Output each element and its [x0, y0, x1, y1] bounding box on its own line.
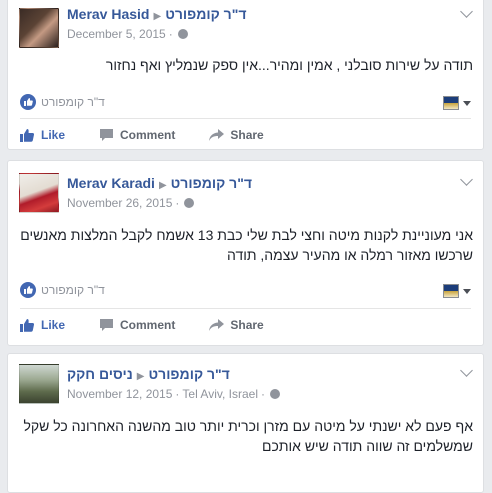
share-label: Share — [230, 128, 264, 142]
arrow-right-icon: ▶ — [136, 371, 145, 382]
author-avatar[interactable] — [19, 173, 59, 213]
author-avatar[interactable] — [19, 8, 59, 48]
post-meta: December 5, 2015 · — [67, 27, 188, 41]
author-name-link[interactable]: Merav Hasid — [67, 6, 149, 22]
divider — [20, 118, 471, 119]
page-reaction-label[interactable]: ד"ר קומפורט — [41, 283, 105, 297]
author-name-link[interactable]: ניסים חקק — [67, 366, 133, 382]
post-header: ניסים חקק ▶ ד"ר קומפורט — [67, 366, 453, 382]
post-date-link[interactable]: December 5, 2015 — [67, 27, 166, 41]
voice-selector[interactable] — [443, 284, 471, 298]
author-avatar[interactable] — [19, 364, 59, 404]
post-meta: November 26, 2015 · — [67, 196, 195, 210]
like-button[interactable]: Like — [20, 128, 65, 142]
page-name-link[interactable]: ד"ר קומפורט — [165, 6, 246, 22]
share-button[interactable]: Share — [209, 128, 264, 142]
post-card: ניסים חקק ▶ ד"ר קומפורט November 12, 2015 ·… — [7, 353, 484, 493]
share-label: Share — [230, 318, 264, 332]
divider — [20, 308, 471, 309]
post-text: אף פעם לא ישנתי על מיטה עם מזרן וכרית יו… — [23, 418, 473, 454]
thumbs-up-icon — [20, 319, 35, 332]
speech-bubble-icon — [100, 319, 114, 331]
speech-bubble-icon — [100, 129, 114, 141]
post-card: Merav Hasid ▶ ד"ר קומפורט December 5, 2015… — [7, 0, 484, 150]
page-reaction-label[interactable]: ד"ר קומפורט — [41, 95, 105, 109]
post-date-link[interactable]: November 12, 2015 — [67, 387, 172, 401]
like-label: Like — [41, 128, 66, 142]
action-bar: Like Comment Share — [20, 311, 471, 339]
caret-down-icon — [463, 288, 471, 294]
comment-button[interactable]: Comment — [99, 128, 175, 142]
post-card: Merav Karadi ▶ ד"ר קומפורט November 26, 20… — [7, 160, 484, 346]
comment-label: Comment — [120, 128, 176, 142]
globe-icon — [177, 29, 188, 39]
flag-icon — [443, 284, 459, 298]
chevron-down-icon[interactable] — [460, 364, 473, 377]
page-reaction: ד"ר קומפורט — [20, 282, 105, 298]
chevron-down-icon[interactable] — [460, 5, 473, 18]
page-name-link[interactable]: ד"ר קומפורט — [149, 366, 230, 382]
share-arrow-icon — [209, 319, 225, 331]
comment-button[interactable]: Comment — [99, 318, 175, 332]
globe-icon — [270, 389, 280, 399]
post-header: Merav Karadi ▶ ד"ר קומפורט — [67, 175, 453, 191]
post-header: Merav Hasid ▶ ד"ר קומפורט — [67, 6, 453, 22]
thumbs-up-icon — [20, 282, 36, 298]
globe-icon — [184, 198, 195, 208]
post-text: אני מעוניינת לקנות מיטה וחצי לבת שלי כבת… — [20, 227, 473, 263]
caret-down-icon — [463, 100, 471, 106]
voice-selector[interactable] — [443, 96, 471, 110]
share-button[interactable]: Share — [209, 318, 264, 332]
location-link[interactable]: Tel Aviv, Israel — [182, 387, 258, 401]
post-meta: November 12, 2015 · Tel Aviv, Israel · — [67, 387, 280, 401]
arrow-right-icon: ▶ — [153, 11, 162, 22]
like-button[interactable]: Like — [20, 318, 65, 332]
share-arrow-icon — [209, 129, 225, 141]
comment-label: Comment — [120, 318, 176, 332]
page-name-link[interactable]: ד"ר קומפורט — [171, 175, 252, 191]
like-label: Like — [41, 318, 66, 332]
arrow-right-icon: ▶ — [158, 180, 167, 191]
post-date-link[interactable]: November 26, 2015 — [67, 196, 172, 210]
page-reaction: ד"ר קומפורט — [20, 94, 105, 110]
flag-icon — [443, 96, 459, 110]
post-text: תודה על שירות סובלני , אמין ומהיר...אין … — [105, 57, 473, 73]
thumbs-up-icon — [20, 94, 36, 110]
action-bar: Like Comment Share — [20, 121, 471, 149]
author-name-link[interactable]: Merav Karadi — [67, 175, 155, 191]
thumbs-up-icon — [20, 129, 35, 142]
chevron-down-icon[interactable] — [460, 173, 473, 186]
